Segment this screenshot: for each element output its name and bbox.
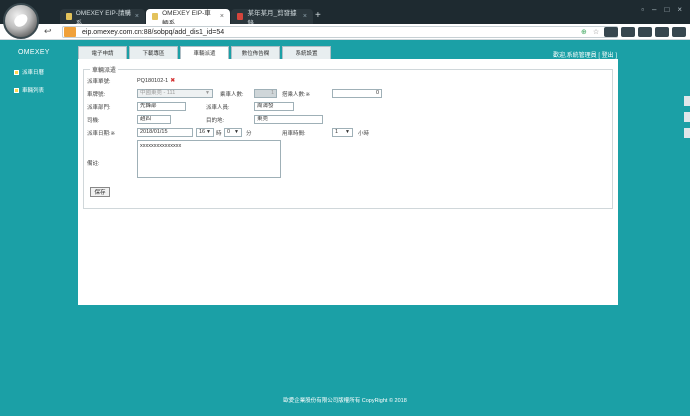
duration-select[interactable]: 1 ▼ <box>332 128 353 137</box>
browser-toolbar: ↩ eip.omexey.com.cn:88/sobpq/add_dis1_id… <box>0 24 690 40</box>
address-bar[interactable]: eip.omexey.com.cn:88/sobpq/add_dis1_id=5… <box>62 26 618 38</box>
chevron-down-icon: ▼ <box>205 90 210 96</box>
extension-icon[interactable] <box>655 27 669 37</box>
close-tab-icon[interactable]: × <box>135 13 139 20</box>
chevron-down-icon: ▼ <box>234 129 239 135</box>
new-tab-button[interactable]: + <box>315 10 321 21</box>
date-input[interactable]: 2018/01/15 <box>137 128 193 137</box>
tab-system-settings[interactable]: 系統設置 <box>282 46 331 59</box>
star-icon[interactable]: ☆ <box>593 28 599 36</box>
order-no-label: 派車單號: <box>87 79 111 85</box>
riders-label: 搭乘人數:※ <box>282 92 311 98</box>
user-links[interactable]: 歡迎,系統管理員 [ 登出 ] <box>553 50 617 59</box>
minute-unit: 分 <box>246 131 252 137</box>
chevron-down-icon: ▼ <box>345 129 350 135</box>
order-no-text: PQ180102-1 <box>137 78 169 84</box>
applicant-label: 派車人員: <box>206 105 230 111</box>
dispatch-form: 車輛派遣 派車單號: PQ180102-1 ✖ 車牌號: 中國東莞 - 111 ▼ … <box>83 65 613 209</box>
riders-input[interactable]: 0 <box>332 89 382 98</box>
minute-select-value: 0 <box>227 129 231 135</box>
driver-label: 司機: <box>87 118 100 124</box>
content-panel: 車輛派遣 派車單號: PQ180102-1 ✖ 車牌號: 中國東莞 - 111 ▼ … <box>78 59 618 305</box>
error-flag-icon: ✖ <box>170 78 176 84</box>
minute-select[interactable]: 0 ▼ <box>224 128 242 137</box>
close-tab-icon[interactable]: × <box>220 13 224 20</box>
extension-buttons <box>604 27 686 37</box>
duration-label: 用車時間: <box>282 131 306 137</box>
page-favicon-icon <box>237 13 244 20</box>
browser-logo-icon[interactable] <box>3 3 39 39</box>
hour-select[interactable]: 16 ▼ <box>196 128 214 137</box>
driver-input[interactable]: 趙四 <box>137 115 171 124</box>
duration-unit: 小時 <box>358 131 370 137</box>
dept-label: 派車部門: <box>87 105 111 111</box>
sidebar-item-label: 派車日曆 <box>22 70 45 76</box>
desktop-edge-icons <box>684 96 690 144</box>
extension-icon[interactable] <box>672 27 686 37</box>
desktop-icon[interactable] <box>684 128 690 138</box>
app-sidebar: OMEXEY 派車日曆 車輛列表 <box>0 40 70 416</box>
maximize-icon[interactable]: □ <box>664 5 669 14</box>
tab-downloads[interactable]: 下載專區 <box>129 46 178 59</box>
save-button[interactable]: 保存 <box>90 187 110 197</box>
page-favicon-icon <box>66 13 72 20</box>
tab-e-application[interactable]: 電子申請 <box>78 46 127 59</box>
dept-input[interactable]: 先鋒部 <box>137 102 186 111</box>
address-url[interactable]: eip.omexey.com.cn:88/sobpq/add_dis1_id=5… <box>82 29 224 36</box>
sidebar-item-vehicles[interactable]: 車輛列表 <box>14 86 44 94</box>
destination-label: 目的地: <box>206 118 225 124</box>
desktop-icon[interactable] <box>684 112 690 122</box>
capacity-input: 1 <box>254 89 277 98</box>
browser-tab-1[interactable]: OMEXEY EIP-請購系... × <box>60 9 145 27</box>
form-legend: 車輛派遣 <box>90 65 119 74</box>
notes-label: 備註: <box>87 161 100 167</box>
module-tabs: 電子申請 下載專區 車輛派遣 數位佈告欄 系統設置 <box>78 46 331 59</box>
extension-icon[interactable] <box>604 27 618 37</box>
vehicle-select-value: 中國東莞 - 111 <box>140 90 176 96</box>
compatibility-icon[interactable]: ⊕ <box>581 28 587 36</box>
close-tab-icon[interactable]: × <box>303 13 307 20</box>
calendar-icon <box>14 69 19 75</box>
hour-select-value: 16 <box>199 129 206 135</box>
applicant-input[interactable]: 周濤發 <box>254 102 294 111</box>
brand-title: OMEXEY <box>18 49 50 56</box>
browser-tab-2[interactable]: OMEXEY EIP-車輛系 × <box>146 9 230 27</box>
copyright-footer: 歐愛企業股份有限公司版權所有 CopyRight © 2018 <box>283 398 407 404</box>
window-controls: ▫ – □ × <box>641 5 682 14</box>
tab-vehicle-dispatch[interactable]: 車輛派遣 <box>180 46 229 59</box>
desktop-icon[interactable] <box>684 96 690 106</box>
extension-icon[interactable] <box>621 27 635 37</box>
destination-input[interactable]: 東莞 <box>254 115 323 124</box>
list-icon <box>14 87 19 93</box>
hour-unit: 時 <box>216 131 222 137</box>
back-arrow-icon[interactable]: ↩ <box>44 26 52 37</box>
browser-tab-3[interactable]: 某年某月_剪發據錄 × <box>231 9 313 27</box>
sidebar-item-label: 車輛列表 <box>22 88 45 94</box>
vehicle-label: 車牌號: <box>87 92 106 98</box>
duration-select-value: 1 <box>335 129 339 135</box>
chevron-down-icon: ▼ <box>206 129 211 135</box>
date-label: 派車日期:※ <box>87 131 116 137</box>
extension-icon[interactable] <box>638 27 652 37</box>
site-info-icon[interactable] <box>64 27 76 37</box>
restore-icon[interactable]: ▫ <box>641 5 644 14</box>
page-favicon-icon <box>152 13 159 20</box>
order-no-value: PQ180102-1 ✖ <box>137 77 175 84</box>
close-window-icon[interactable]: × <box>677 5 682 14</box>
minimize-icon[interactable]: – <box>652 5 656 14</box>
tab-bulletin-board[interactable]: 數位佈告欄 <box>231 46 280 59</box>
notes-textarea[interactable]: xxxxxxxxxxxxxxx <box>137 140 281 178</box>
vehicle-select[interactable]: 中國東莞 - 111 ▼ <box>137 89 213 98</box>
capacity-label: 乘車人數: <box>220 92 244 98</box>
sidebar-item-calendar[interactable]: 派車日曆 <box>14 68 44 76</box>
